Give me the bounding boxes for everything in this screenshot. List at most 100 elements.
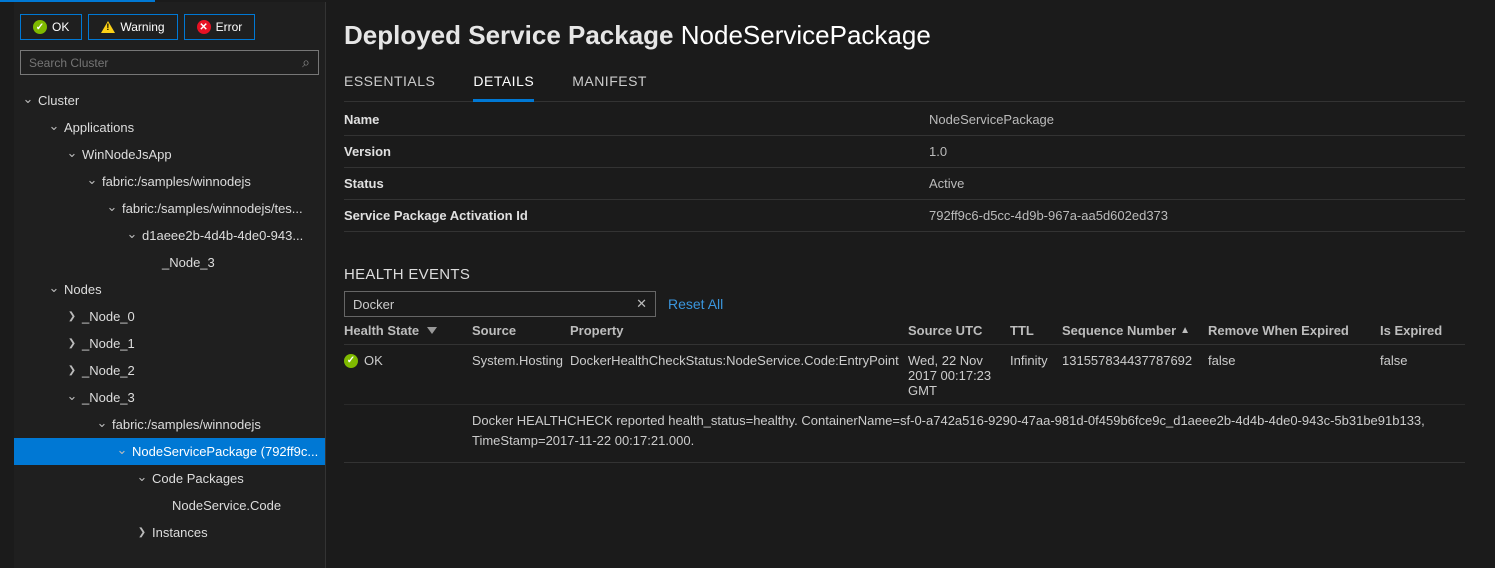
tree-node-0[interactable]: _Node_0 — [14, 303, 325, 330]
is-expired-cell: false — [1380, 353, 1460, 398]
col-health-state[interactable]: Health State — [344, 323, 472, 338]
tree-label: fabric:/samples/winnodejs — [112, 417, 261, 432]
chevron-right-icon — [66, 311, 78, 322]
tree-node-3[interactable]: _Node_3 — [14, 384, 325, 411]
tree-label: Applications — [64, 120, 134, 135]
tab-details[interactable]: DETAILS — [473, 65, 534, 102]
chevron-down-icon — [136, 471, 148, 487]
prop-label: Name — [344, 112, 929, 127]
col-label: Sequence Number — [1062, 323, 1176, 338]
chevron-right-icon — [66, 338, 78, 349]
chevron-down-icon — [66, 390, 78, 406]
chevron-down-icon — [116, 444, 128, 460]
col-source-utc[interactable]: Source UTC — [908, 323, 1010, 338]
prop-value: 1.0 — [929, 144, 947, 159]
tree-label: Code Packages — [152, 471, 244, 486]
warning-icon — [101, 21, 115, 33]
tabs: ESSENTIALS DETAILS MANIFEST — [344, 65, 1465, 102]
search-cluster-wrap[interactable]: ⌕ — [20, 50, 319, 75]
filter-warning-button[interactable]: Warning — [88, 14, 177, 40]
remove-when-cell: false — [1208, 353, 1380, 398]
prop-label: Service Package Activation Id — [344, 208, 929, 223]
clear-filter-icon[interactable]: ✕ — [636, 296, 647, 312]
prop-label: Status — [344, 176, 929, 191]
source-utc-cell: Wed, 22 Nov 2017 00:17:23 GMT — [908, 353, 1010, 398]
health-events-filter-line: ✕ Reset All — [344, 291, 1465, 317]
prop-value: NodeServicePackage — [929, 112, 1054, 127]
tree-node-1[interactable]: _Node_1 — [14, 330, 325, 357]
health-state-cell: ✓OK — [344, 353, 472, 368]
tree-label: WinNodeJsApp — [82, 147, 172, 162]
cluster-tree: Cluster Applications WinNodeJsApp fabric… — [14, 83, 325, 568]
title-prefix: Deployed Service Package — [344, 20, 681, 50]
tree-label: _Node_3 — [82, 390, 135, 405]
prop-activation-id: Service Package Activation Id 792ff9c6-d… — [344, 200, 1465, 232]
tree-instances[interactable]: Instances — [14, 519, 325, 546]
filter-ok-label: OK — [52, 20, 69, 34]
tree-label: _Node_0 — [82, 309, 135, 324]
tree-node-2[interactable]: _Node_2 — [14, 357, 325, 384]
col-remove-when-expired[interactable]: Remove When Expired — [1208, 323, 1380, 338]
tree-fabric-winnode[interactable]: fabric:/samples/winnodejs — [14, 168, 325, 195]
tree-node-service-package[interactable]: NodeServicePackage (792ff9c... — [14, 438, 325, 465]
tab-manifest[interactable]: MANIFEST — [572, 65, 647, 101]
col-property[interactable]: Property — [570, 323, 908, 338]
events-row[interactable]: ✓OK System.Hosting DockerHealthCheckStat… — [344, 345, 1465, 405]
main-panel: Deployed Service Package NodeServicePack… — [326, 2, 1495, 568]
tree-partition[interactable]: d1aeee2b-4d4b-4de0-943... — [14, 222, 325, 249]
filter-error-label: Error — [216, 20, 243, 34]
chevron-right-icon — [66, 365, 78, 376]
tree-app-winnode[interactable]: WinNodeJsApp — [14, 141, 325, 168]
tree-label: _Node_1 — [82, 336, 135, 351]
tree-code-packages[interactable]: Code Packages — [14, 465, 325, 492]
ttl-cell: Infinity — [1010, 353, 1062, 398]
reset-all-link[interactable]: Reset All — [668, 296, 723, 312]
tree-label: fabric:/samples/winnodejs/tes... — [122, 201, 303, 216]
health-filter-row: ✓ OK Warning ✕ Error — [14, 10, 325, 50]
filter-ok-button[interactable]: ✓ OK — [20, 14, 82, 40]
tree-node3-fabric[interactable]: fabric:/samples/winnodejs — [14, 411, 325, 438]
health-events-filter-input[interactable] — [353, 297, 636, 312]
prop-status: Status Active — [344, 168, 1465, 200]
sort-asc-icon: ▲ — [1180, 325, 1190, 336]
prop-value: Active — [929, 176, 964, 191]
tab-essentials[interactable]: ESSENTIALS — [344, 65, 435, 101]
prop-label: Version — [344, 144, 929, 159]
tree-label: fabric:/samples/winnodejs — [102, 174, 251, 189]
seq-cell: 131557834437787692 — [1062, 353, 1208, 398]
health-events-title: HEALTH EVENTS — [344, 266, 1465, 283]
page-title: Deployed Service Package NodeServicePack… — [344, 20, 1465, 51]
health-events-filter-box[interactable]: ✕ — [344, 291, 656, 317]
tree-nodes[interactable]: Nodes — [14, 276, 325, 303]
tree-label: NodeServicePackage (792ff9c... — [132, 444, 318, 459]
prop-name: Name NodeServicePackage — [344, 104, 1465, 136]
chevron-down-icon — [48, 282, 60, 298]
tree-nodeservice-code[interactable]: NodeService.Code — [14, 492, 325, 519]
chevron-down-icon — [66, 147, 78, 163]
search-icon: ⌕ — [302, 54, 310, 71]
tree-label: d1aeee2b-4d4b-4de0-943... — [142, 228, 303, 243]
col-sequence-number[interactable]: Sequence Number ▲ — [1062, 323, 1208, 338]
tree-label: Cluster — [38, 93, 79, 108]
essentials-table: Name NodeServicePackage Version 1.0 Stat… — [344, 104, 1465, 232]
chevron-right-icon — [136, 527, 148, 538]
tree-node3-leaf[interactable]: _Node_3 — [14, 249, 325, 276]
col-source[interactable]: Source — [472, 323, 570, 338]
col-is-expired[interactable]: Is Expired — [1380, 323, 1460, 338]
filter-error-button[interactable]: ✕ Error — [184, 14, 256, 40]
tree-label: NodeService.Code — [172, 498, 281, 513]
search-cluster-input[interactable] — [29, 56, 302, 70]
chevron-down-icon — [48, 120, 60, 136]
prop-version: Version 1.0 — [344, 136, 1465, 168]
tree-label: Nodes — [64, 282, 102, 297]
tree-applications[interactable]: Applications — [14, 114, 325, 141]
tree-cluster[interactable]: Cluster — [14, 87, 325, 114]
tree-fabric-winnode-tes[interactable]: fabric:/samples/winnodejs/tes... — [14, 195, 325, 222]
col-ttl[interactable]: TTL — [1010, 323, 1062, 338]
tree-label: _Node_2 — [82, 363, 135, 378]
cell-text: OK — [364, 353, 383, 368]
health-events-table: Health State Source Property Source UTC … — [344, 323, 1465, 463]
chevron-down-icon — [96, 417, 108, 433]
prop-value: 792ff9c6-d5cc-4d9b-967a-aa5d602ed373 — [929, 208, 1168, 223]
ok-icon: ✓ — [33, 20, 47, 34]
